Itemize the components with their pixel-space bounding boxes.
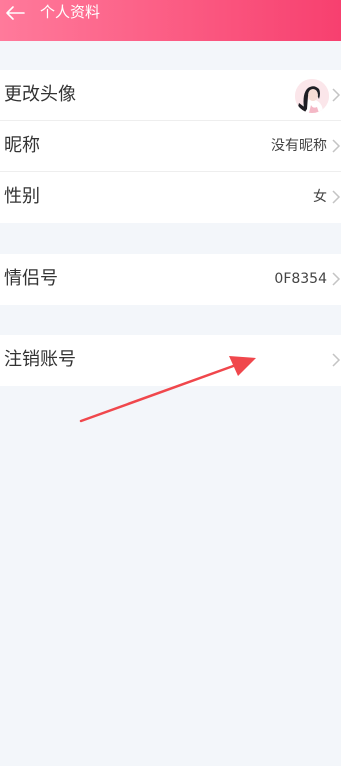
nickname-label: 昵称 <box>4 135 40 156</box>
chevron-right-icon <box>332 139 341 153</box>
couple-id-value: 0F8354 <box>274 271 327 287</box>
profile-section: 更改头像 昵称 没有昵称 性别 女 <box>0 70 341 223</box>
back-button[interactable] <box>2 2 28 24</box>
change-avatar-label: 更改头像 <box>4 84 76 105</box>
top-bar: 个人资料 <box>0 0 341 41</box>
page-title: 个人资料 <box>40 3 101 21</box>
avatar <box>295 79 329 113</box>
chevron-right-icon <box>332 88 341 102</box>
change-avatar-row[interactable]: 更改头像 <box>0 70 341 121</box>
gender-label: 性别 <box>4 186 40 207</box>
gender-value: 女 <box>313 189 327 205</box>
couple-id-row[interactable]: 情侣号 0F8354 <box>0 254 341 305</box>
avatar-image <box>295 79 329 113</box>
couple-id-label: 情侣号 <box>4 268 58 289</box>
arrow-left-icon <box>6 6 25 20</box>
cancel-account-label: 注销账号 <box>4 349 76 370</box>
chevron-right-icon <box>332 190 341 204</box>
gender-row[interactable]: 性别 女 <box>0 172 341 223</box>
chevron-right-icon <box>332 353 341 367</box>
couple-section: 情侣号 0F8354 <box>0 254 341 305</box>
account-section: 注销账号 <box>0 335 341 386</box>
nickname-row[interactable]: 昵称 没有昵称 <box>0 121 341 172</box>
nickname-value: 没有昵称 <box>271 138 327 154</box>
cancel-account-row[interactable]: 注销账号 <box>0 335 341 386</box>
chevron-right-icon <box>332 272 341 286</box>
